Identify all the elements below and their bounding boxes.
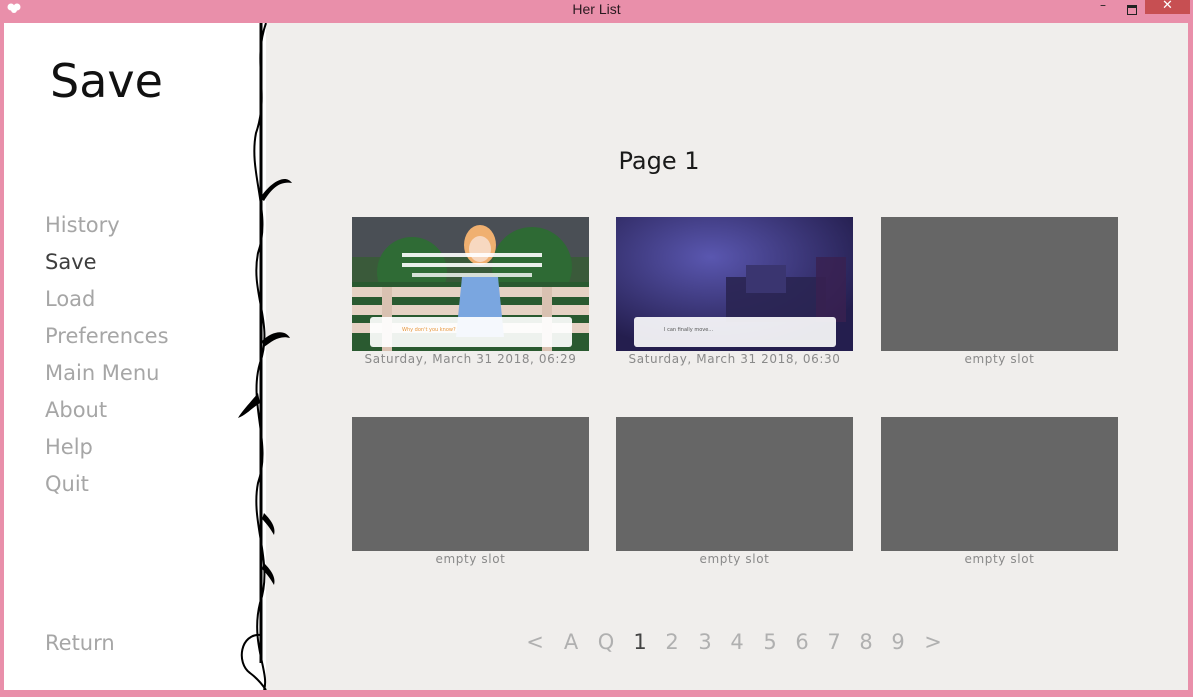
nav-quit[interactable]: Quit — [45, 472, 89, 496]
scene-dialogue: I can finally move... — [664, 327, 713, 333]
slot-label: empty slot — [964, 552, 1035, 566]
page-next-button[interactable]: > — [921, 630, 945, 654]
slot-thumbnail — [616, 417, 853, 551]
slot-thumbnail — [352, 417, 589, 551]
maximize-button[interactable] — [1119, 0, 1145, 16]
close-button[interactable]: ✕ — [1145, 0, 1190, 14]
slot-thumbnail: Why don't you know? — [352, 217, 589, 351]
nav-load[interactable]: Load — [45, 287, 95, 311]
slot-label: Saturday, March 31 2018, 06:29 — [364, 352, 577, 366]
screen-title: Save — [50, 54, 163, 108]
page-4-button[interactable]: 4 — [725, 630, 749, 654]
nav-about[interactable]: About — [45, 398, 107, 422]
nav-preferences[interactable]: Preferences — [45, 324, 169, 348]
nav-return[interactable]: Return — [45, 631, 115, 655]
slot-label: empty slot — [435, 552, 506, 566]
nav-history[interactable]: History — [45, 213, 120, 237]
vine-divider-decoration — [238, 23, 292, 690]
page-7-button[interactable]: 7 — [822, 630, 846, 654]
page-title: Page 1 — [618, 147, 700, 175]
page-9-button[interactable]: 9 — [886, 630, 910, 654]
slot-label: empty slot — [699, 552, 770, 566]
title-bar: Her List – ✕ — [0, 0, 1193, 23]
page-auto-button[interactable]: A — [559, 630, 583, 654]
page-quick-button[interactable]: Q — [594, 630, 618, 654]
sidebar: Save History Save Load Preferences Main … — [4, 23, 266, 690]
page-3-button[interactable]: 3 — [693, 630, 717, 654]
save-slot-6[interactable]: empty slot — [881, 417, 1118, 577]
minimize-button[interactable]: – — [1090, 0, 1116, 16]
slot-thumbnail — [881, 217, 1118, 351]
save-slot-4[interactable]: empty slot — [352, 417, 589, 577]
slot-thumbnail: I can finally move... — [616, 217, 853, 351]
save-slot-3[interactable]: empty slot — [881, 217, 1118, 377]
nav-main-menu[interactable]: Main Menu — [45, 361, 159, 385]
save-slot-2[interactable]: I can finally move... Saturday, March 31… — [616, 217, 853, 377]
scene-dialogue: Why don't you know? — [402, 327, 456, 333]
page-2-button[interactable]: 2 — [660, 630, 684, 654]
save-slot-1[interactable]: Why don't you know? Saturday, March 31 2… — [352, 217, 589, 377]
maximize-icon — [1127, 5, 1137, 15]
slot-thumbnail — [881, 417, 1118, 551]
page-prev-button[interactable]: < — [523, 630, 547, 654]
nav-save[interactable]: Save — [45, 250, 97, 274]
page-8-button[interactable]: 8 — [854, 630, 878, 654]
game-window: Save History Save Load Preferences Main … — [4, 23, 1188, 690]
scene-screenshot: Why don't you know? — [352, 217, 589, 351]
slot-label: empty slot — [964, 352, 1035, 366]
page-6-button[interactable]: 6 — [790, 630, 814, 654]
page-5-button[interactable]: 5 — [758, 630, 782, 654]
slot-label: Saturday, March 31 2018, 06:30 — [628, 352, 841, 366]
page-1-button[interactable]: 1 — [628, 630, 652, 654]
window-title: Her List — [572, 1, 621, 17]
scene-screenshot: I can finally move... — [616, 217, 853, 351]
nav-help[interactable]: Help — [45, 435, 93, 459]
save-slot-5[interactable]: empty slot — [616, 417, 853, 577]
